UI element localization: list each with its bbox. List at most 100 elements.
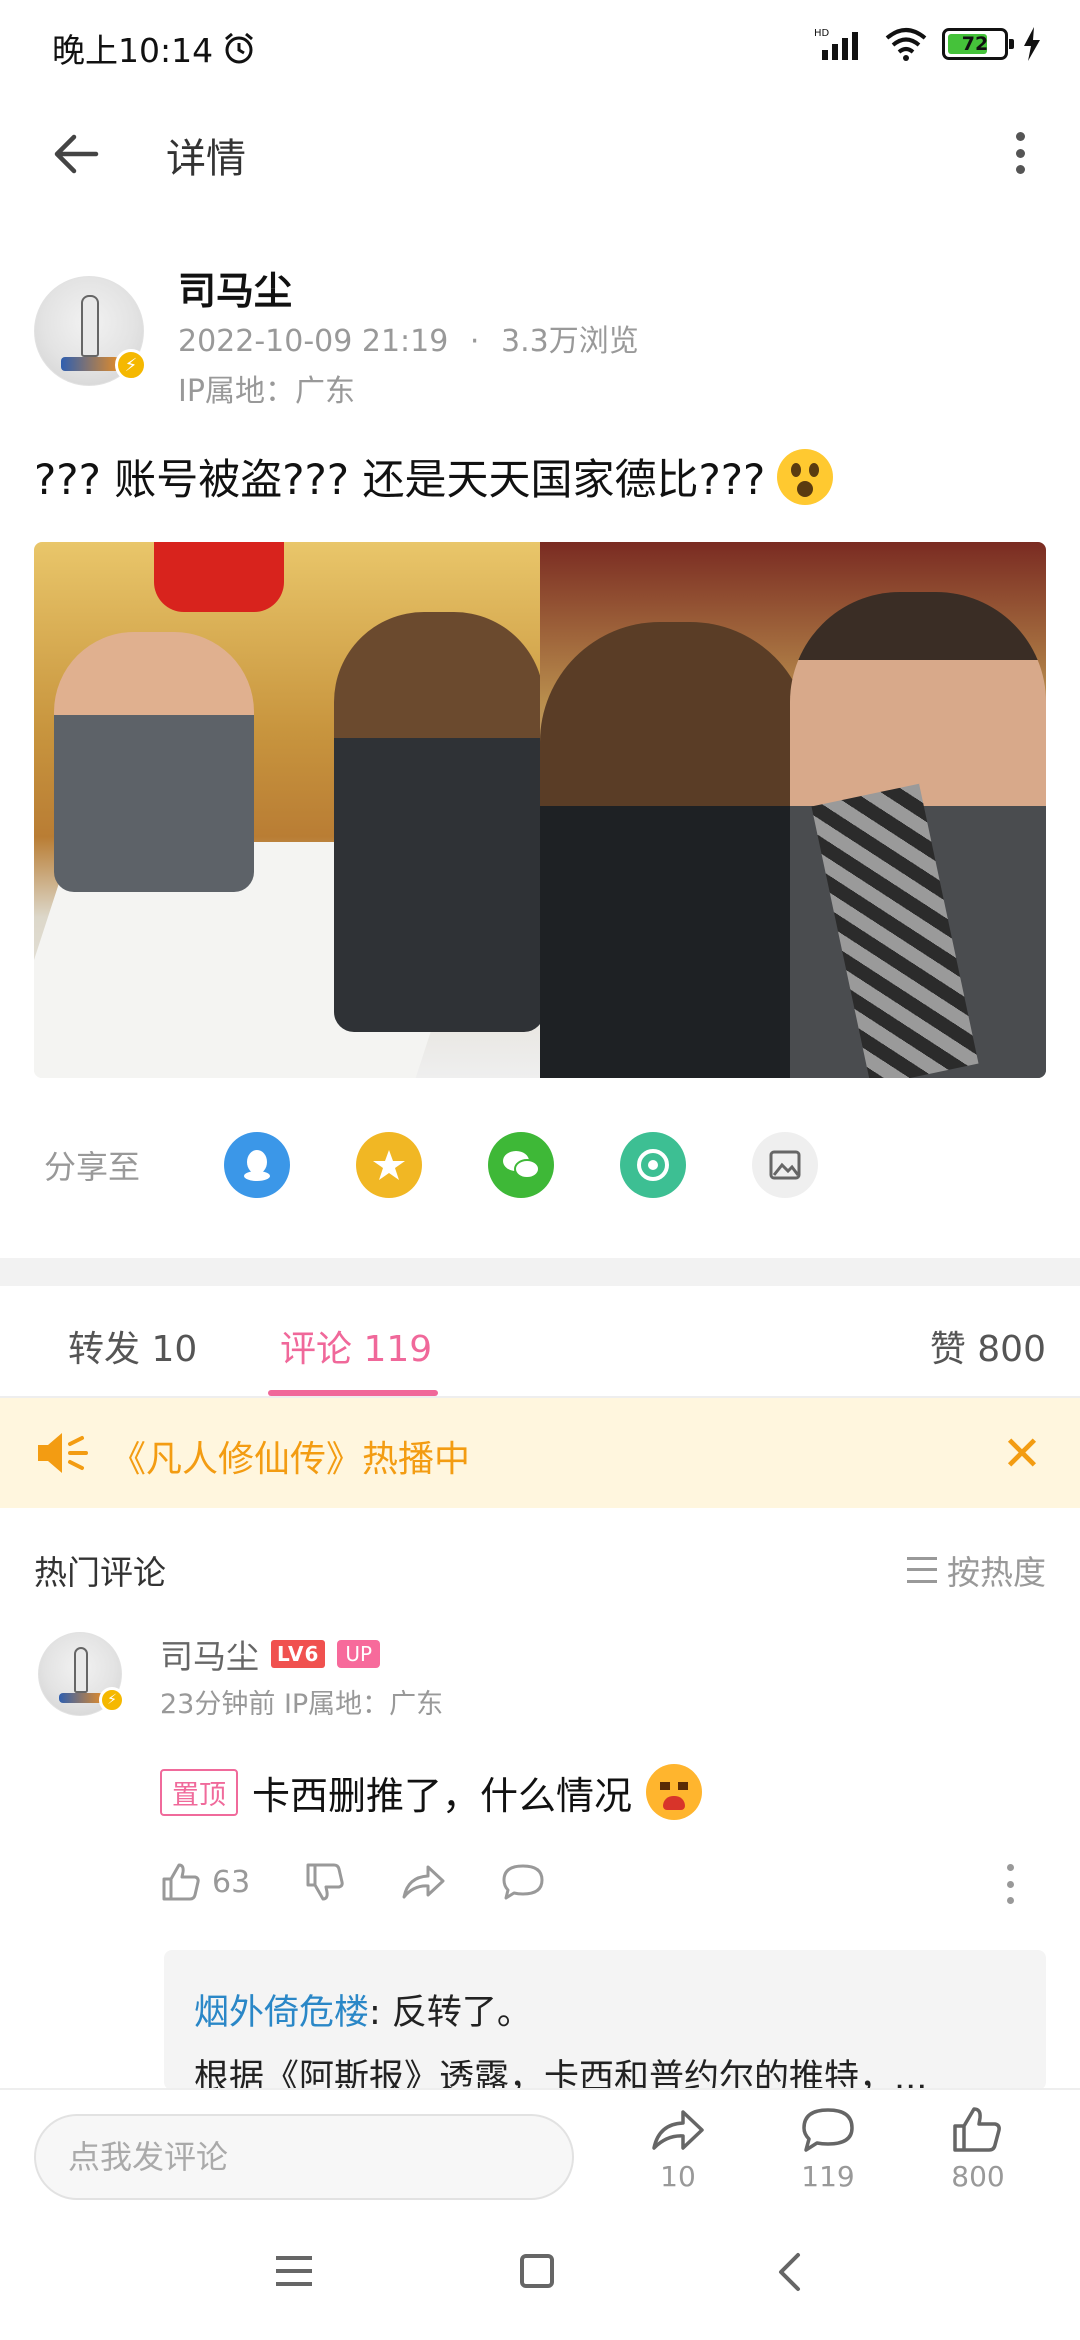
comment-more-button[interactable] bbox=[1004, 1864, 1016, 1904]
share-label: 分享至 bbox=[44, 1148, 141, 1186]
more-dot-icon bbox=[1015, 165, 1025, 174]
post-image-left[interactable] bbox=[34, 542, 540, 1078]
nav-back-icon[interactable] bbox=[776, 2252, 802, 2292]
comment-count: 119 bbox=[801, 2160, 855, 2193]
post-views: 3.3万浏览 bbox=[500, 324, 639, 359]
bottom-action-bar: 点我发评论 10 119 800 bbox=[0, 2088, 1080, 2210]
lightning-badge-icon: ⚡ bbox=[115, 349, 147, 381]
like-count: 800 bbox=[951, 2160, 1005, 2193]
share-arrow-icon bbox=[402, 1865, 445, 1899]
post-time: 2022-10-09 21:19 bbox=[178, 324, 449, 359]
surprised-emoji-icon bbox=[777, 448, 834, 505]
comment-button[interactable]: 119 bbox=[778, 2106, 878, 2206]
comment-author[interactable]: 司马尘 bbox=[160, 1630, 259, 1678]
thumbs-up-icon bbox=[953, 2107, 1001, 2152]
share-button[interactable]: 10 bbox=[628, 2106, 728, 2206]
author-name[interactable]: 司马尘 bbox=[178, 260, 292, 315]
speech-bubble-icon bbox=[802, 2108, 854, 2152]
like-button[interactable]: 800 bbox=[928, 2106, 1028, 2206]
wechat-icon[interactable] bbox=[488, 1132, 554, 1198]
person-shape bbox=[54, 632, 254, 892]
notice-banner[interactable]: 《凡人修仙传》热播中 ✕ bbox=[0, 1398, 1080, 1508]
comment-avatar[interactable]: ⚡ bbox=[38, 1632, 125, 1716]
recent-apps-icon[interactable] bbox=[276, 2256, 312, 2286]
level-badge: LV6 bbox=[271, 1640, 326, 1668]
comment-reply-button[interactable] bbox=[500, 1861, 546, 1903]
tab-repost[interactable]: 转发 10 bbox=[68, 1320, 197, 1372]
more-dot-icon bbox=[1006, 1897, 1014, 1904]
comment-like-count: 63 bbox=[212, 1864, 251, 1900]
qzone-icon[interactable] bbox=[356, 1132, 422, 1198]
battery-level: 72 bbox=[961, 33, 989, 55]
comment-body: 置顶 卡西删推了，什么情况 bbox=[160, 1764, 703, 1820]
angry-emoji-icon bbox=[646, 1764, 703, 1820]
close-icon[interactable]: ✕ bbox=[994, 1426, 1050, 1482]
speech-bubble-icon bbox=[502, 1864, 544, 1900]
battery-icon: 72 bbox=[942, 28, 1014, 60]
post-ip: IP属地：广东 bbox=[178, 374, 355, 409]
person-shape bbox=[540, 622, 810, 1078]
comment-input[interactable]: 点我发评论 bbox=[34, 2114, 574, 2200]
home-icon[interactable] bbox=[520, 2254, 554, 2288]
interaction-tabs: 转发 10 评论 119 赞 800 bbox=[0, 1286, 1080, 1398]
tab-comment[interactable]: 评论 119 bbox=[280, 1320, 432, 1372]
avatar-figure bbox=[81, 295, 99, 357]
post-image-right[interactable] bbox=[540, 542, 1046, 1078]
status-bar: 晚上10:14 HD 72 bbox=[0, 0, 1080, 96]
charging-icon bbox=[1024, 27, 1040, 61]
post-text-content: ??? 账号被盗??? 还是天天国家德比??? bbox=[34, 455, 766, 504]
section-divider bbox=[0, 1258, 1080, 1286]
hot-comments-title: 热门评论 bbox=[34, 1553, 166, 1592]
page-title: 详情 bbox=[166, 136, 246, 182]
active-tab-indicator bbox=[268, 1390, 438, 1396]
post-meta: 2022-10-09 21:19 · 3.3万浏览 bbox=[178, 316, 639, 360]
avatar-base bbox=[59, 1693, 103, 1703]
status-icons: HD 72 bbox=[814, 26, 1042, 62]
notice-text: 《凡人修仙传》热播中 bbox=[110, 1439, 471, 1480]
sort-icon bbox=[907, 1557, 937, 1583]
post-text: ??? 账号被盗??? 还是天天国家德比??? bbox=[34, 446, 834, 507]
lamp-shape bbox=[154, 542, 284, 612]
reply-line: 烟外倚危楼: 反转了。 bbox=[194, 1984, 1016, 2035]
hot-comments-header: 热门评论 按热度 bbox=[34, 1546, 1046, 1598]
avatar-figure bbox=[74, 1647, 88, 1693]
more-dot-icon bbox=[1006, 1864, 1014, 1871]
avatar-base bbox=[61, 357, 119, 371]
more-dot-icon bbox=[1015, 132, 1025, 141]
pinned-tag: 置顶 bbox=[160, 1768, 238, 1816]
comment-text: 卡西删推了，什么情况 bbox=[252, 1773, 633, 1818]
reply-preview[interactable]: 烟外倚危楼: 反转了。 根据《阿斯报》透露，卡西和普约尔的推特，... bbox=[164, 1950, 1046, 2090]
reply-text-line2: 根据《阿斯报》透露，卡西和普约尔的推特，... bbox=[194, 2058, 928, 2090]
back-arrow-icon[interactable] bbox=[46, 124, 106, 184]
moments-icon[interactable] bbox=[620, 1132, 686, 1198]
comment-share-button[interactable] bbox=[400, 1861, 446, 1903]
post-author: ⚡ 司马尘 2022-10-09 21:19 · 3.3万浏览 IP属地：广东 bbox=[34, 260, 1044, 410]
lightning-badge-icon: ⚡ bbox=[99, 1687, 125, 1713]
speaker-icon bbox=[38, 1433, 88, 1473]
more-options-button[interactable] bbox=[1000, 126, 1040, 180]
share-row: 分享至 bbox=[44, 1130, 1044, 1200]
qq-icon[interactable] bbox=[224, 1132, 290, 1198]
reply-text: : 反转了。 bbox=[369, 1993, 532, 2033]
comment-like-button[interactable]: 63 bbox=[160, 1861, 250, 1903]
signal-icon: HD bbox=[814, 28, 858, 60]
wifi-icon bbox=[885, 28, 927, 61]
post-images bbox=[34, 542, 1046, 1078]
meta-separator: · bbox=[469, 324, 480, 359]
share-arrow-icon bbox=[652, 2110, 704, 2150]
tab-like[interactable]: 赞 800 bbox=[930, 1320, 1046, 1372]
share-count: 10 bbox=[660, 2160, 696, 2193]
comment-author-row: 司马尘 LV6 UP bbox=[160, 1630, 381, 1678]
more-dot-icon bbox=[1006, 1880, 1014, 1888]
sort-button[interactable]: 按热度 bbox=[907, 1546, 1046, 1594]
more-dot-icon bbox=[1015, 148, 1025, 158]
sort-label: 按热度 bbox=[947, 1553, 1046, 1592]
network-label: HD bbox=[814, 28, 830, 39]
alarm-icon bbox=[225, 32, 254, 64]
comment-meta: 23分钟前 IP属地：广东 bbox=[160, 1689, 444, 1720]
author-avatar[interactable]: ⚡ bbox=[34, 276, 147, 386]
up-badge: UP bbox=[337, 1640, 381, 1668]
reply-author[interactable]: 烟外倚危楼 bbox=[194, 1993, 369, 2033]
comment-dislike-button[interactable] bbox=[304, 1861, 346, 1903]
poster-icon[interactable] bbox=[752, 1132, 818, 1198]
